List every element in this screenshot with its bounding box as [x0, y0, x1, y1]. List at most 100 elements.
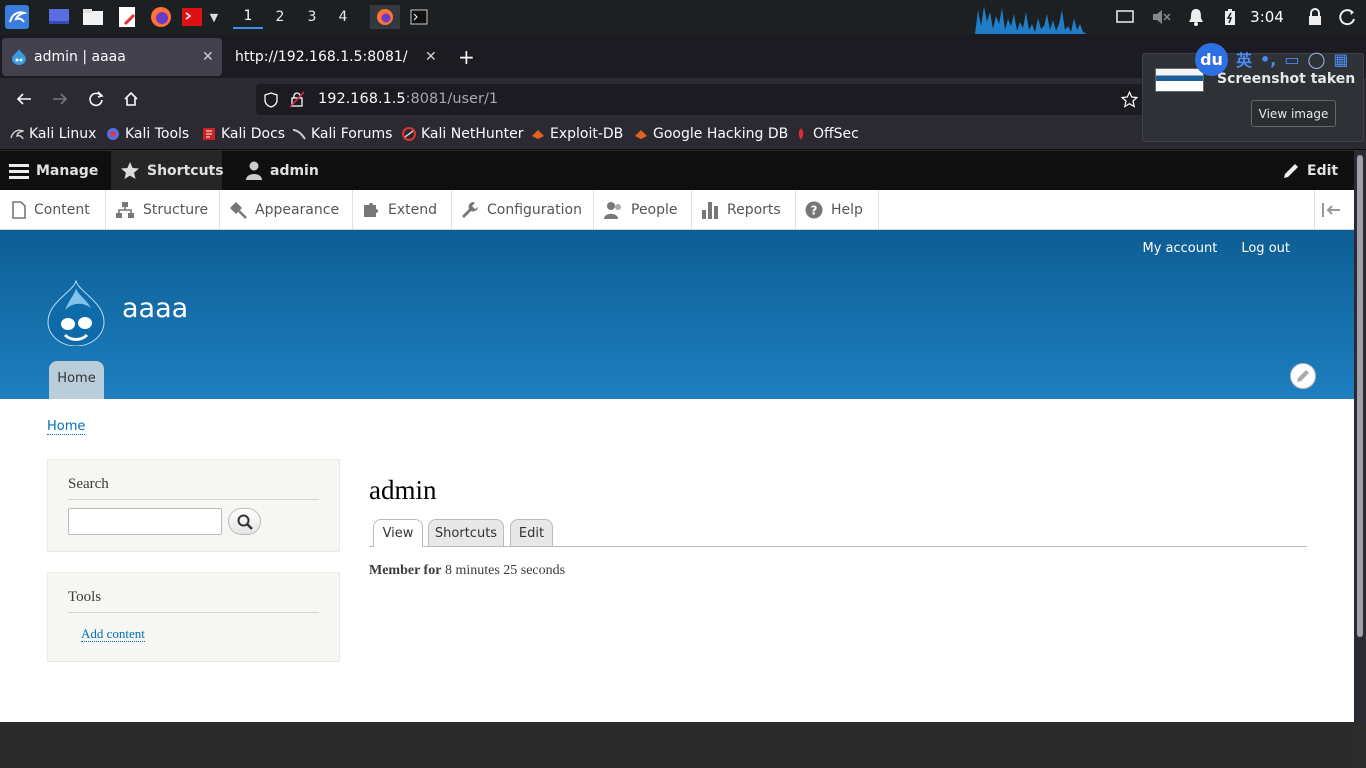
tab-label: Shortcuts	[434, 525, 498, 541]
menu-label: Content	[34, 201, 90, 218]
bookmark-kali-nethunter[interactable]: Kali NetHunter	[402, 126, 523, 142]
menu-content[interactable]: Content	[0, 190, 106, 229]
kali-menu-icon[interactable]	[4, 5, 30, 29]
workspace-label: 2	[275, 9, 285, 25]
system-taskbar: ▼ 1 2 3 4 3:04	[0, 0, 1366, 34]
battery-icon[interactable]	[1220, 5, 1240, 29]
bookmark-kali-forums[interactable]: Kali Forums	[292, 126, 392, 142]
bookmark-kali-docs[interactable]: Kali Docs	[202, 126, 285, 142]
terminal-red-icon[interactable]	[180, 5, 204, 29]
new-tab-icon[interactable]: +	[458, 38, 482, 76]
reload-icon[interactable]	[84, 87, 108, 111]
browser-tab-active[interactable]: admin | aaaa ✕	[2, 38, 222, 76]
log-out-link[interactable]: Log out	[1241, 241, 1290, 256]
power-icon[interactable]	[1337, 5, 1359, 29]
search-input[interactable]	[68, 508, 222, 535]
bookmark-exploit-db[interactable]: Exploit-DB	[531, 126, 623, 142]
tab-edit[interactable]: Edit	[510, 519, 553, 546]
bookmark-kali-linux[interactable]: Kali Linux	[10, 126, 96, 142]
add-content-link[interactable]: Add content	[81, 627, 145, 642]
forward-icon[interactable]	[48, 87, 72, 111]
keyboard-icon[interactable]: ▭	[1284, 50, 1299, 69]
people-icon	[604, 201, 621, 219]
firefox-launcher-icon[interactable]	[148, 5, 174, 29]
file-manager-icon[interactable]	[80, 5, 106, 29]
workspace-4[interactable]: 4	[328, 5, 358, 29]
bookmark-star-icon[interactable]	[1121, 91, 1138, 108]
firefox-window-icon[interactable]	[370, 5, 400, 29]
close-tab-icon[interactable]: ✕	[425, 49, 437, 65]
tab-label: Edit	[518, 525, 545, 541]
kali-docs-icon	[203, 128, 215, 140]
view-image-button[interactable]: View image	[1251, 100, 1336, 127]
clock[interactable]: 3:04	[1247, 5, 1287, 29]
main-menu-label: Home	[57, 370, 96, 386]
tools-block: Tools Add content	[47, 572, 340, 662]
breadcrumb-home[interactable]: Home	[47, 419, 86, 435]
user-icon	[246, 161, 262, 180]
manage-toggle[interactable]: Manage	[9, 151, 98, 190]
user-toggle[interactable]: admin	[245, 151, 319, 190]
edit-label: Edit	[1307, 162, 1339, 179]
page-title: admin	[369, 475, 437, 505]
page-scrollbar[interactable]	[1354, 151, 1366, 722]
drupal-logo-icon[interactable]	[47, 280, 105, 346]
menu-reports[interactable]: Reports	[692, 190, 796, 229]
orientation-toggle[interactable]	[1314, 190, 1354, 229]
display-icon[interactable]	[1115, 5, 1135, 29]
bookmark-kali-tools[interactable]: Kali Tools	[106, 126, 189, 142]
back-icon[interactable]	[12, 87, 36, 111]
bookmark-google-hacking-db[interactable]: Google Hacking DB	[634, 126, 788, 142]
menu-extend[interactable]: Extend	[353, 190, 452, 229]
main-menu-home[interactable]: Home	[49, 361, 104, 399]
search-button[interactable]	[228, 508, 261, 535]
scrollbar-thumb[interactable]	[1357, 155, 1363, 637]
punctuation-icon[interactable]: •,	[1260, 50, 1276, 69]
url-bar[interactable]: 192.168.1.5:8081/user/1	[256, 84, 1146, 115]
insecure-lock-icon[interactable]	[290, 91, 304, 108]
menu-configuration[interactable]: Configuration	[452, 190, 594, 229]
edit-mode-toggle[interactable]: Edit	[1282, 151, 1338, 190]
menu-label: Structure	[143, 201, 209, 218]
pencil-icon	[1297, 370, 1309, 382]
ime-user-icon[interactable]: ◯	[1307, 50, 1325, 69]
terminal-window-icon[interactable]	[404, 5, 434, 29]
workspace-2[interactable]: 2	[265, 5, 295, 29]
workspace-1[interactable]: 1	[233, 5, 263, 29]
ghdb-icon	[635, 130, 647, 139]
bookmark-label: Kali Forums	[311, 126, 393, 142]
menu-people[interactable]: People	[594, 190, 692, 229]
close-tab-icon[interactable]: ✕	[202, 49, 214, 65]
tab-shortcuts[interactable]: Shortcuts	[428, 519, 504, 546]
bookmark-label: Google Hacking DB	[653, 126, 789, 142]
home-icon[interactable]	[119, 87, 143, 111]
menu-structure[interactable]: Structure	[106, 190, 220, 229]
bookmark-offsec[interactable]: OffSec	[794, 126, 859, 142]
menu-help[interactable]: ? Help	[796, 190, 879, 229]
text-editor-icon[interactable]	[114, 5, 140, 29]
wrench-icon	[462, 201, 478, 218]
shield-icon[interactable]	[264, 92, 278, 108]
drupal-admin-menu: Content Structure Appearance Extend Conf…	[0, 190, 1354, 230]
shortcuts-toggle[interactable]: Shortcuts	[120, 151, 224, 190]
ime-logo[interactable]: du	[1195, 42, 1228, 76]
grid-menu-icon[interactable]: ▦	[1333, 50, 1348, 69]
sitemap-icon	[116, 201, 134, 218]
ime-language-toggle[interactable]: 英	[1236, 47, 1252, 71]
desktop-icon[interactable]	[46, 5, 72, 29]
site-name[interactable]: aaaa	[122, 293, 188, 324]
search-block-title: Search	[68, 476, 319, 500]
volume-muted-icon[interactable]	[1150, 5, 1172, 29]
notification-bell-icon[interactable]	[1186, 5, 1206, 29]
my-account-link[interactable]: My account	[1143, 241, 1218, 256]
shortcuts-label: Shortcuts	[147, 162, 224, 179]
bookmark-label: Kali NetHunter	[421, 126, 524, 142]
browser-tab[interactable]: http://192.168.1.5:8081/ ✕	[225, 38, 445, 76]
menu-appearance[interactable]: Appearance	[220, 190, 353, 229]
lock-icon[interactable]	[1305, 5, 1325, 29]
chevron-down-icon[interactable]: ▼	[206, 5, 222, 29]
tab-view[interactable]: View	[373, 519, 423, 547]
contextual-edit-button[interactable]	[1290, 363, 1316, 389]
bookmark-label: Kali Linux	[29, 126, 97, 142]
workspace-3[interactable]: 3	[297, 5, 327, 29]
